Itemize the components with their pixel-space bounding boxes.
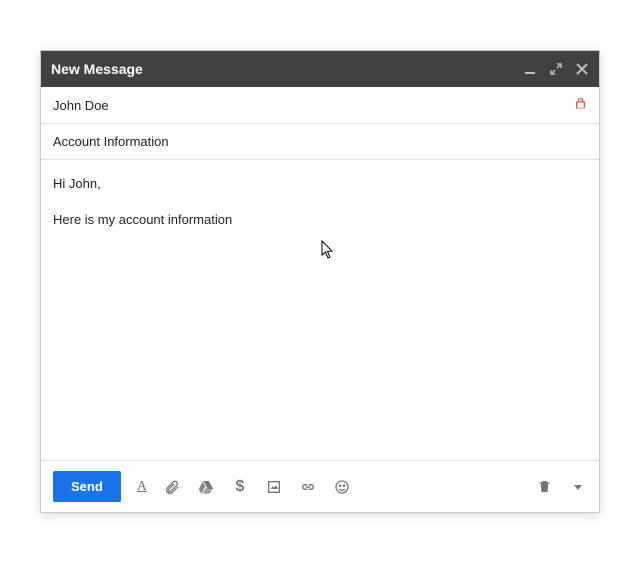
dollar-icon[interactable]: $ bbox=[231, 478, 249, 496]
titlebar-actions bbox=[523, 62, 589, 76]
trash-icon[interactable] bbox=[535, 478, 553, 496]
subject-field-row[interactable]: Account Information bbox=[41, 124, 599, 160]
insert-link-icon[interactable] bbox=[299, 478, 317, 496]
emoji-icon[interactable] bbox=[333, 478, 351, 496]
body-line-2: Here is my account information bbox=[53, 210, 587, 230]
body-line-1: Hi John, bbox=[53, 174, 587, 194]
compose-toolbar: Send A $ bbox=[41, 460, 599, 512]
to-value: John Doe bbox=[53, 98, 109, 113]
drive-icon[interactable] bbox=[197, 478, 215, 496]
attach-file-icon[interactable] bbox=[163, 478, 181, 496]
compose-window: New Message John Doe bbox=[40, 50, 600, 513]
to-field-row[interactable]: John Doe bbox=[41, 87, 599, 124]
mouse-cursor-icon bbox=[321, 240, 337, 266]
more-options-icon[interactable] bbox=[569, 478, 587, 496]
compose-titlebar: New Message bbox=[41, 51, 599, 87]
formatting-options-icon[interactable]: A bbox=[137, 479, 147, 495]
compose-title: New Message bbox=[51, 61, 523, 77]
insert-photo-icon[interactable] bbox=[265, 478, 283, 496]
subject-value: Account Information bbox=[53, 134, 169, 149]
close-icon[interactable] bbox=[575, 62, 589, 76]
expand-icon[interactable] bbox=[549, 62, 563, 76]
message-body[interactable]: Hi John, Here is my account information bbox=[41, 160, 599, 460]
minimize-icon[interactable] bbox=[523, 62, 537, 76]
send-button[interactable]: Send bbox=[53, 471, 121, 502]
lock-open-icon[interactable] bbox=[574, 97, 587, 113]
